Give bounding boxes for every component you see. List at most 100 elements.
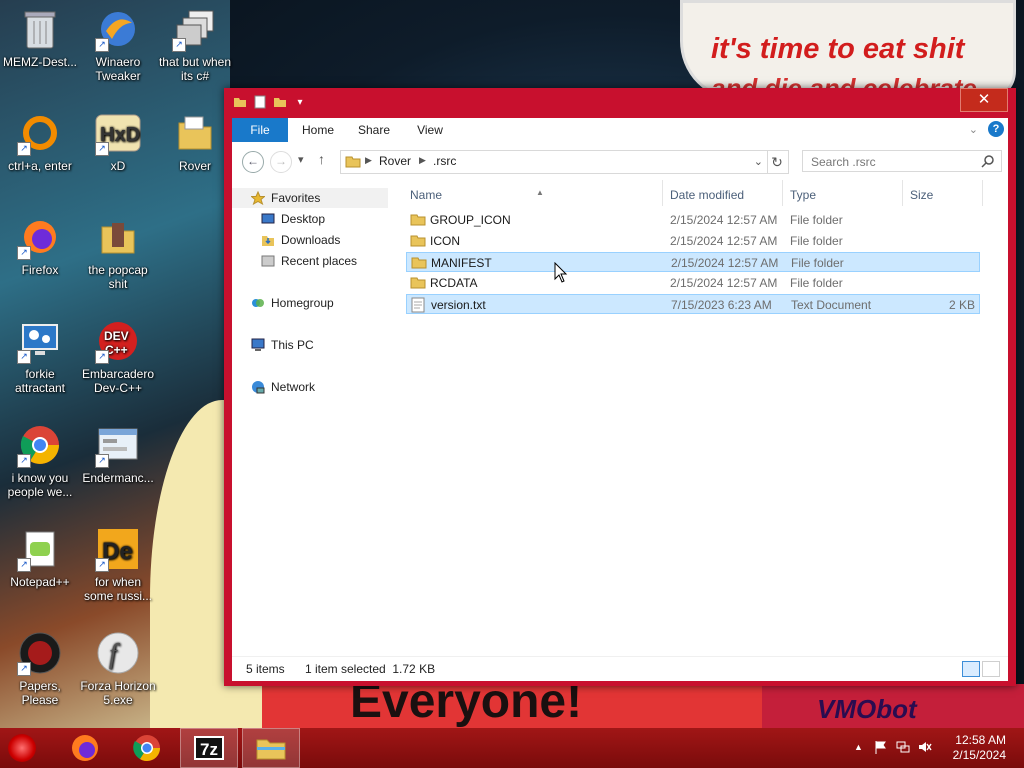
tab-file[interactable]: File [232,118,288,142]
desktop-icon-label: Forza Horizon 5.exe [80,679,156,707]
start-button[interactable] [8,734,36,762]
taskbar-chrome[interactable] [118,728,176,768]
taskbar-7zip[interactable]: 7z [180,728,238,768]
nav-downloads[interactable]: Downloads [260,230,340,250]
text-document-icon [411,297,425,316]
recent-places-icon [260,253,276,269]
desktop-icon-papers-please[interactable]: ↗ Papers, Please [2,630,78,707]
shortcut-arrow-icon: ↗ [17,246,31,260]
desktop-icon-memz[interactable]: MEMZ-Dest... [2,6,78,69]
nav-homegroup[interactable]: Homegroup [250,293,334,313]
column-header-size[interactable]: Size [910,184,933,206]
shortcut-arrow-icon: ↗ [17,454,31,468]
column-divider[interactable] [662,180,663,206]
folder-icon [410,212,426,229]
desktop-icon-that-but-when[interactable]: ↗ that but when its c# [157,6,233,83]
nav-network[interactable]: Network [250,377,315,397]
large-icons-view-button[interactable] [982,661,1000,677]
svg-text:DEV: DEV [104,329,129,343]
nav-label: Downloads [281,233,341,247]
network-icon [250,379,266,395]
breadcrumb-rsrc[interactable]: .rsrc [433,154,456,168]
shortcut-arrow-icon: ↗ [95,142,109,156]
nav-label: Network [271,380,316,394]
nav-recent-places[interactable]: Recent places [260,251,357,271]
desktop-icon-label: forkie attractant [14,367,66,395]
breadcrumb-separator-icon: ▶ [365,155,372,165]
shortcut-arrow-icon: ↗ [95,558,109,572]
network-tray-icon[interactable] [896,740,910,757]
desktop-icon-label: ctrl+a, enter [8,159,72,173]
nav-desktop[interactable]: Desktop [260,209,325,229]
desktop-icon-endermanch[interactable]: ↗ Endermanc... [80,422,156,485]
desktop-icon-firefox[interactable]: ↗ Firefox [2,214,78,277]
explorer-window: ▾ ✕ File Home Share View ⌄ ? ← → ▾ ↑ ▶ R… [224,88,1016,686]
forward-button[interactable]: → [270,151,292,173]
breadcrumb-rover[interactable]: Rover [379,154,411,168]
refresh-button[interactable]: ↻ [766,150,789,174]
recent-locations-icon[interactable]: ▾ [298,153,304,166]
desktop-icon-label: Rover [178,159,211,173]
address-dropdown-icon[interactable]: ⌄ [754,155,763,168]
volume-muted-icon[interactable] [918,740,932,757]
desktop-icon-forza[interactable]: f Forza Horizon 5.exe [80,630,156,707]
column-header-date[interactable]: Date modified [670,184,744,206]
file-row-rcdata[interactable]: RCDATA 2/15/2024 12:57 AM File folder [406,273,980,293]
clock-date: 2/15/2024 [952,748,1006,762]
shortcut-arrow-icon: ↗ [95,350,109,364]
desktop-icon-i-know-you[interactable]: ↗ i know you people we... [2,422,78,499]
up-button[interactable]: ↑ [318,151,325,167]
desktop-icon-devcpp[interactable]: DEV C++ ↗ Embarcadero Dev-C++ [80,318,156,395]
address-bar[interactable]: ▶ Rover ▶ .rsrc ⌄ [340,150,768,174]
tab-view[interactable]: View [402,118,458,142]
back-button[interactable]: ← [242,151,264,173]
tray-overflow-icon[interactable]: ▲ [854,742,863,752]
column-divider[interactable] [782,180,783,206]
ribbon-expand-icon[interactable]: ⌄ [969,123,978,136]
file-size: 2 KB [948,298,975,312]
folder-small-icon[interactable] [232,94,248,110]
desktop-icon-xd[interactable]: HxD ↗ xD [80,110,156,173]
nav-favorites[interactable]: Favorites [232,188,388,208]
close-button[interactable]: ✕ [960,88,1008,112]
hxd-icon: HxD ↗ [95,110,141,156]
help-icon[interactable]: ? [988,121,1004,137]
column-header-type[interactable]: Type [790,184,816,206]
desktop-icon-for-when[interactable]: De ↗ for when some russi... [80,526,156,603]
column-divider[interactable] [902,180,903,206]
shortcut-arrow-icon: ↗ [17,558,31,572]
file-row-group-icon[interactable]: GROUP_ICON 2/15/2024 12:57 AM File folde… [406,210,980,230]
desktop-icon-label: Endermanc... [82,471,154,485]
title-bar[interactable]: ▾ ✕ [224,88,1016,118]
new-folder-icon[interactable] [272,94,288,110]
desktop-icon-ctrl-a-enter[interactable]: ↗ ctrl+a, enter [2,110,78,173]
taskbar-explorer[interactable] [242,728,300,768]
clock[interactable]: 12:58 AM 2/15/2024 [953,733,1006,763]
shortcut-arrow-icon: ↗ [17,350,31,364]
qat-dropdown-icon[interactable]: ▾ [292,94,308,110]
nav-this-pc[interactable]: This PC [250,335,314,355]
properties-icon[interactable] [252,94,268,110]
desktop-icon-popcap[interactable]: the popcap shit [80,214,156,291]
shortcut-arrow-icon: ↗ [17,142,31,156]
file-row-icon[interactable]: ICON 2/15/2024 12:57 AM File folder [406,231,980,251]
minimize-maximize-buttons[interactable] [886,88,956,110]
file-row-manifest[interactable]: MANIFEST 2/15/2024 12:57 AM File folder [406,252,980,272]
desktop-icon-rover[interactable]: Rover [157,110,233,173]
desktop-icon-winaero[interactable]: ↗ Winaero Tweaker [80,6,156,83]
taskbar-firefox[interactable] [56,728,114,768]
column-divider[interactable] [982,180,983,206]
details-view-button[interactable] [962,661,980,677]
tab-home[interactable]: Home [290,118,346,142]
desktop-icon-label: MEMZ-Dest... [3,55,77,69]
action-center-flag-icon[interactable] [874,740,888,757]
desktop-icon-notepadpp[interactable]: ↗ Notepad++ [2,526,78,589]
tab-share[interactable]: Share [346,118,402,142]
selection-info: 1 item selected 1.72 KB [305,662,436,676]
desktop-icon-forkie[interactable]: ↗ forkie attractant [2,318,78,395]
search-input[interactable]: Search .rsrc [802,150,1002,172]
popcap-icon [95,214,141,260]
column-header-name[interactable]: Name ▲ [410,184,544,206]
file-row-version-txt[interactable]: version.txt 7/15/2023 6:23 AM Text Docum… [406,294,980,314]
winaero-icon: ↗ [95,6,141,52]
